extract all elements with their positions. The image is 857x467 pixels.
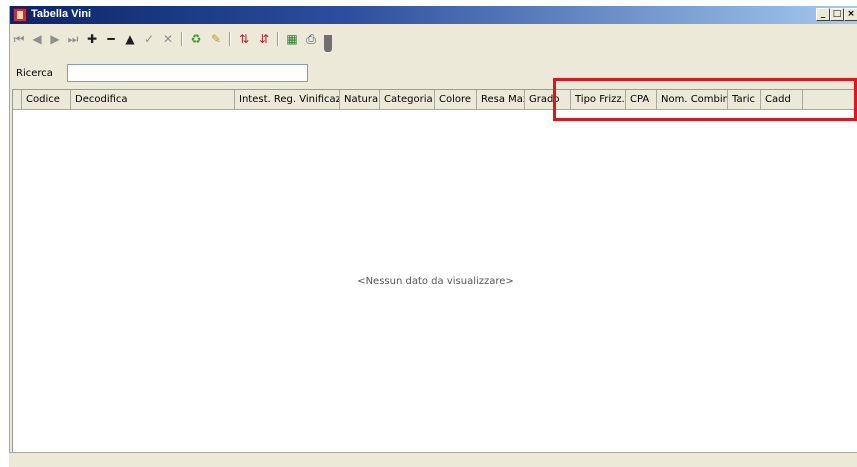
edit-button[interactable]: ▲ (121, 30, 139, 48)
refresh-button[interactable]: ♻ (187, 30, 205, 48)
print-button[interactable]: ⎙ (302, 30, 320, 48)
column-header[interactable]: Colore (435, 90, 477, 109)
prev-record-button[interactable]: ◀ (28, 30, 46, 48)
window-title: Tabella Vini (31, 8, 92, 20)
first-record-button[interactable]: ⏮ (10, 30, 28, 48)
data-grid[interactable]: Codice Decodifica Intest. Reg. Vinificaz… (12, 89, 857, 453)
toolbar-separator (229, 32, 231, 46)
export-excel-button[interactable]: ▦ (283, 30, 301, 48)
column-header[interactable]: Categoria (380, 90, 435, 109)
maximize-button[interactable]: □ (830, 8, 844, 21)
app-icon (13, 8, 27, 22)
toolbar: ⏮ ◀ ▶ ⏭ ✚ ━ ▲ ✓ ✕ ♻ ✎ ⇅ ⇵ ▦ ⎙ (10, 26, 857, 52)
column-header[interactable]: Natura (340, 90, 380, 109)
search-input[interactable] (67, 64, 308, 82)
sort-desc-button[interactable]: ⇵ (255, 30, 273, 48)
sort-asc-button[interactable]: ⇅ (235, 30, 253, 48)
next-record-button[interactable]: ▶ (46, 30, 64, 48)
add-button[interactable]: ✚ (83, 30, 101, 48)
column-header[interactable]: Codice (22, 90, 71, 109)
minimize-button[interactable]: _ (816, 8, 830, 21)
search-label: Ricerca (16, 68, 53, 79)
toolbar-separator (277, 32, 279, 46)
empty-grid-message: <Nessun dato da visualizzare> (357, 276, 514, 287)
filter-button[interactable]: ✎ (207, 30, 225, 48)
column-header[interactable]: Resa Max (477, 90, 525, 109)
title-bar[interactable]: Tabella Vini _ □ × (10, 6, 857, 24)
confirm-button[interactable]: ✓ (140, 30, 158, 48)
remove-button[interactable]: ━ (102, 30, 120, 48)
toolbar-separator (181, 32, 183, 46)
row-indicator-header (13, 90, 22, 109)
column-header[interactable]: Decodifica (71, 90, 235, 109)
close-button[interactable]: × (844, 8, 857, 21)
highlight-annotation-box (553, 78, 857, 121)
last-record-button[interactable]: ⏭ (64, 30, 82, 48)
cancel-button[interactable]: ✕ (159, 30, 177, 48)
column-header[interactable]: Intest. Reg. Vinificazione (235, 90, 340, 109)
status-bar (9, 452, 857, 467)
toolbar-overflow-grip[interactable] (324, 35, 332, 52)
